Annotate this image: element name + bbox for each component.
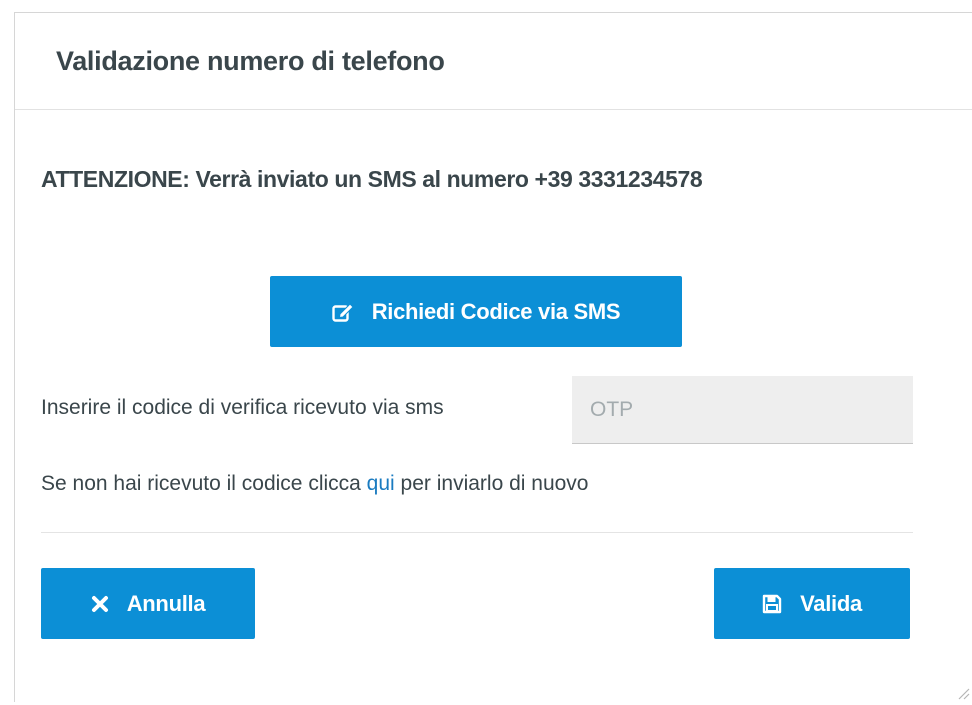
close-icon [91,595,109,613]
request-sms-code-button[interactable]: Richiedi Codice via SMS [270,276,682,347]
resize-handle-icon[interactable] [956,686,970,700]
otp-input[interactable] [572,376,913,444]
dialog-title: Validazione numero di telefono [56,46,445,77]
resend-text: Se non hai ricevuto il codice clicca qui… [41,472,588,496]
edit-icon [332,302,354,322]
otp-label: Inserire il codice di verifica ricevuto … [41,396,444,420]
validate-button[interactable]: Valida [714,568,910,639]
sms-warning-text: ATTENZIONE: Verrà inviato un SMS al nume… [41,166,702,193]
resend-link[interactable]: qui [367,472,395,495]
dialog-header: Validazione numero di telefono [15,13,972,110]
save-icon [762,594,782,614]
resend-prefix: Se non hai ricevuto il codice clicca [41,472,367,495]
footer-divider [41,532,913,533]
cancel-button[interactable]: Annulla [41,568,255,639]
resend-suffix: per inviarlo di nuovo [395,472,589,495]
cancel-label: Annulla [127,591,206,617]
request-sms-code-label: Richiedi Codice via SMS [372,299,621,325]
validate-label: Valida [800,591,862,617]
